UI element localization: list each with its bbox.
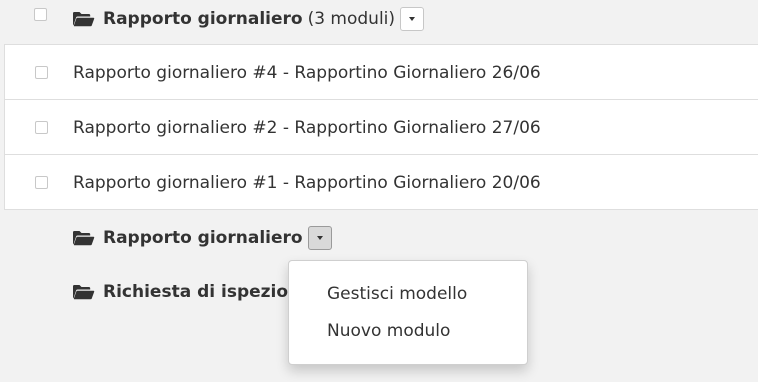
report-list: Rapporto giornaliero #4 - Rapportino Gio… xyxy=(4,44,758,210)
row-checkbox[interactable] xyxy=(35,66,48,79)
report-link[interactable]: Rapporto giornaliero #1 - Rapportino Gio… xyxy=(73,173,541,193)
folder-dropdown-button[interactable] xyxy=(400,7,425,31)
folder-label: Rapporto giornaliero xyxy=(103,9,303,29)
report-link[interactable]: Rapporto giornaliero #2 - Rapportino Gio… xyxy=(73,118,541,138)
menu-item-new-form[interactable]: Nuovo modulo xyxy=(327,321,450,341)
folder-row-richiesta[interactable]: Richiesta di ispezione xyxy=(72,278,312,306)
folder-dropdown-button[interactable] xyxy=(307,226,332,250)
caret-down-icon xyxy=(316,236,323,240)
top-folder-checkbox[interactable] xyxy=(34,8,47,21)
folder-label: Richiesta di ispezione xyxy=(103,282,312,302)
list-item[interactable]: Rapporto giornaliero #1 - Rapportino Gio… xyxy=(5,155,758,210)
folder-row-rapporto[interactable]: Rapporto giornaliero xyxy=(72,224,332,252)
row-checkbox[interactable] xyxy=(35,176,48,189)
folder-dropdown-menu: Gestisci modello Nuovo modulo xyxy=(288,260,528,365)
caret-down-icon xyxy=(409,17,416,21)
row-checkbox[interactable] xyxy=(35,121,48,134)
folder-count: (3 moduli) xyxy=(307,9,396,29)
folder-label: Rapporto giornaliero xyxy=(103,228,303,248)
folder-open-icon xyxy=(72,284,95,300)
folder-row-top: Rapporto giornaliero (3 moduli) xyxy=(72,5,425,33)
list-item[interactable]: Rapporto giornaliero #2 - Rapportino Gio… xyxy=(5,100,758,155)
list-item[interactable]: Rapporto giornaliero #4 - Rapportino Gio… xyxy=(5,45,758,100)
menu-item-manage-template[interactable]: Gestisci modello xyxy=(327,284,467,304)
folder-open-icon xyxy=(72,11,95,27)
report-link[interactable]: Rapporto giornaliero #4 - Rapportino Gio… xyxy=(73,63,541,83)
folder-open-icon xyxy=(72,230,95,246)
